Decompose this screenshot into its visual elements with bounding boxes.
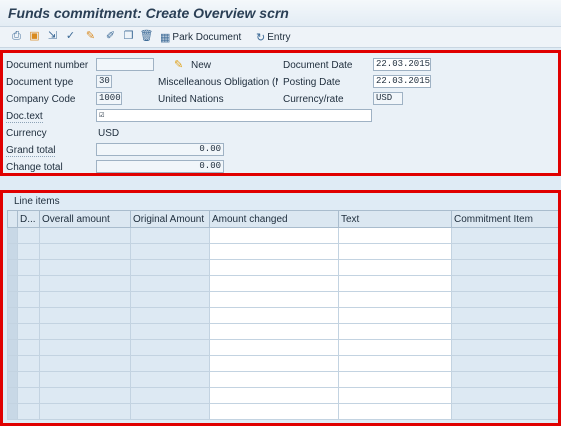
check-icon[interactable]: ✓ (64, 30, 77, 43)
park-document-label: Park Document (172, 31, 242, 43)
entry-button[interactable]: ↻ Entry (256, 30, 291, 44)
park-icon: ▦ (160, 31, 171, 44)
window-title: Funds commitment: Create Overview scrn (8, 5, 289, 21)
copy-icon[interactable]: ❐ (122, 30, 135, 43)
entry-label: Entry (267, 31, 291, 43)
line-items-highlight-frame (0, 190, 561, 426)
title-bar: Funds commitment: Create Overview scrn (0, 0, 561, 27)
create-icon[interactable]: ✐ (104, 30, 117, 43)
export-icon[interactable]: ⇲ (46, 30, 59, 43)
header-highlight-frame (0, 50, 561, 176)
print-icon[interactable]: ⎙ (10, 30, 23, 43)
park-document-button[interactable]: ▦ Park Document (160, 30, 241, 44)
entry-icon: ↻ (256, 31, 266, 44)
edit-icon[interactable]: ✎ (84, 30, 97, 43)
application-toolbar: ⎙ ▣ ⇲ ✓ ✎ ✐ ❐ 🗑 ▦ Park Document ↻ Entry (0, 27, 561, 48)
save-icon[interactable]: ▣ (28, 30, 41, 43)
delete-icon[interactable]: 🗑 (140, 30, 154, 43)
